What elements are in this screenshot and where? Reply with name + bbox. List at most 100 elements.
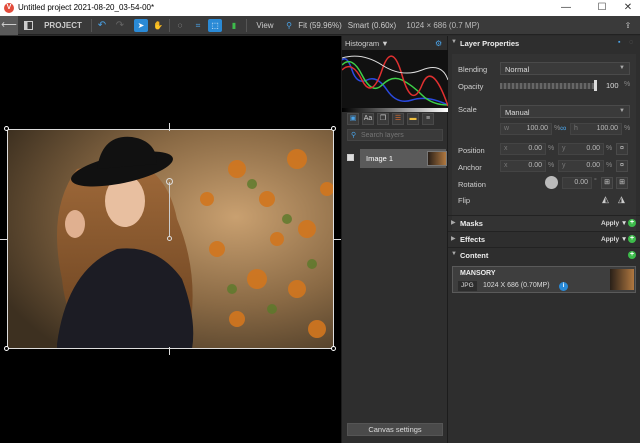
histogram-title[interactable]: Histogram ▼ (345, 39, 389, 48)
gear-icon[interactable]: ⚙ (435, 39, 442, 48)
rotation-handle[interactable] (166, 178, 173, 185)
position-x-unit: % (548, 145, 555, 152)
layer-visibility-checkbox[interactable] (347, 154, 354, 161)
add-mask-icon[interactable]: + (628, 219, 636, 227)
maximize-button[interactable]: ☐ (592, 2, 612, 13)
transform-handle[interactable] (0, 239, 8, 240)
close-button[interactable]: ✕ (618, 2, 638, 13)
position-x-field[interactable]: x 0.00 (500, 143, 546, 155)
search-layers-box[interactable]: ⚲ (347, 129, 443, 141)
project-menu-button[interactable]: PROJECT ▼ (40, 19, 86, 43)
add-image-layer-icon[interactable]: ▣ (347, 113, 359, 125)
position-y-field[interactable]: y 0.00 (558, 143, 604, 155)
blending-label: Blending (458, 65, 488, 74)
view-menu-button[interactable]: View ▼ (252, 19, 278, 43)
transform-icon[interactable]: ⬚ (208, 19, 222, 32)
select-tool-icon[interactable]: ➤ (134, 19, 148, 32)
blending-dropdown[interactable]: Normal ▼ (500, 62, 630, 75)
properties-panel: ▼ Layer Properties ▪ ◌ Blending Normal ▼… (448, 36, 640, 443)
rotate-left-icon[interactable]: ⊞ (601, 177, 613, 189)
transform-handle[interactable] (169, 123, 170, 131)
rotation-dial[interactable] (545, 176, 558, 189)
anchor-y-field[interactable]: y 0.00 (558, 160, 604, 172)
masks-apply-button[interactable]: Apply ▼ (601, 220, 627, 227)
zoom-icon: ⚲ (286, 21, 292, 30)
anchor-label: Anchor (458, 163, 482, 172)
anchor-x-unit: % (548, 162, 555, 169)
save-icon[interactable]: ▪ (618, 39, 620, 46)
duplicate-layer-icon[interactable]: ❐ (377, 113, 389, 125)
lasso-icon[interactable]: ◌ (174, 19, 186, 32)
hand-tool-icon[interactable]: ✋ (152, 19, 164, 32)
anchor-center-icon[interactable]: ¤ (616, 160, 628, 172)
scale-dropdown[interactable]: Manual ▼ (500, 105, 630, 118)
canvas-settings-button[interactable]: Canvas settings (347, 423, 443, 436)
export-icon[interactable]: ⇪ (622, 19, 634, 32)
flip-label: Flip (458, 196, 471, 205)
add-effect-icon[interactable]: + (628, 235, 636, 243)
layer-properties-header[interactable]: ▼ Layer Properties ▪ ◌ (448, 36, 640, 51)
back-arrow-icon[interactable]: ⟵ (0, 16, 18, 35)
content-thumbnail (610, 269, 634, 290)
add-content-icon[interactable]: + (628, 251, 636, 259)
scale-h-field[interactable]: h 100.00 (570, 123, 622, 135)
transform-handle[interactable] (169, 347, 170, 355)
smart-quality-dropdown[interactable]: Smart (0.60x) ▼ (346, 19, 398, 43)
position-label: Position (458, 146, 485, 155)
link-icon[interactable]: ∞ (560, 123, 566, 133)
flip-vertical-icon[interactable]: ◮ (618, 194, 625, 205)
title-bar: V Untitled project 2021-08-20_03-54-00* … (0, 0, 640, 16)
layer-list-icon[interactable]: ≡ (422, 113, 434, 125)
anchor-point[interactable] (167, 236, 172, 241)
undo-icon[interactable]: ↶ (96, 19, 108, 32)
search-layers-input[interactable] (361, 131, 441, 140)
layers-panel: Histogram ▼ ⚙ ▣ Aa ❐ ☰ ▬ ≡ ⚲ Image 1 Can… (341, 36, 449, 443)
add-text-layer-icon[interactable]: Aa (362, 113, 374, 125)
rotate-right-icon[interactable]: ⊞ (616, 177, 628, 189)
scale-w-field[interactable]: w 100.00 (500, 123, 552, 135)
chevron-down-icon: ▼ (619, 108, 625, 114)
panel-toggle-icon[interactable] (22, 19, 34, 32)
content-section-header[interactable]: ▼ Content + (448, 247, 640, 262)
content-name: MANSORY (460, 270, 496, 277)
effects-title: Effects (460, 235, 486, 244)
crop-icon[interactable]: ⌗ (192, 19, 204, 32)
transform-handle[interactable] (333, 239, 341, 240)
main-toolbar: ⟵ PROJECT ▼ ↶ ↷ ➤ ✋ ◌ ⌗ ⬚ ▮ View ▼ ⚲ Fit… (0, 16, 640, 43)
transform-handle[interactable] (331, 346, 336, 351)
masks-title: Masks (460, 219, 483, 228)
content-title: Content (460, 251, 489, 260)
masks-section-header[interactable]: ▶ Masks Apply ▼ + (448, 215, 640, 230)
effects-section-header[interactable]: ▶ Effects Apply ▼ + (448, 231, 640, 246)
folder-icon[interactable]: ▬ (407, 113, 419, 125)
transform-handle[interactable] (4, 346, 9, 351)
position-y-unit: % (606, 145, 613, 152)
redo-icon[interactable]: ↷ (114, 19, 126, 32)
layer-item[interactable]: Image 1 (342, 147, 448, 169)
rotation-unit: ° (594, 178, 597, 185)
effects-apply-button[interactable]: Apply ▼ (601, 236, 627, 243)
app-logo-icon: V (4, 3, 14, 13)
rotation-handle-line (169, 182, 170, 237)
histogram-chart (341, 50, 449, 108)
transform-handle[interactable] (4, 126, 9, 131)
flip-horizontal-icon[interactable]: ◭ (602, 194, 609, 205)
opacity-value[interactable]: 100 (606, 81, 619, 90)
opacity-slider[interactable] (500, 83, 596, 89)
position-anchor-icon[interactable]: ¤ (616, 143, 628, 155)
rotation-field[interactable]: 0.00 (562, 177, 592, 189)
opacity-slider-thumb[interactable] (594, 80, 597, 91)
content-card[interactable]: MANSORY JPG 1024 X 686 (0.70MP) i (452, 266, 636, 293)
minimize-button[interactable]: — (556, 2, 576, 13)
rotation-label: Rotation (458, 180, 486, 189)
reset-icon[interactable]: ◌ (629, 39, 633, 46)
adjustment-layer-icon[interactable]: ☰ (392, 113, 404, 125)
fit-zoom-dropdown[interactable]: Fit (59.96%) ▼ (296, 19, 344, 43)
anchor-x-field[interactable]: x 0.00 (500, 160, 546, 172)
layers-stack-icon[interactable]: ▮ (228, 19, 240, 32)
transform-handle[interactable] (331, 126, 336, 131)
layer-name: Image 1 (366, 154, 394, 163)
scale-h-unit: % (624, 125, 631, 132)
info-icon[interactable]: i (559, 282, 568, 291)
chevron-right-icon: ▶ (451, 220, 456, 226)
